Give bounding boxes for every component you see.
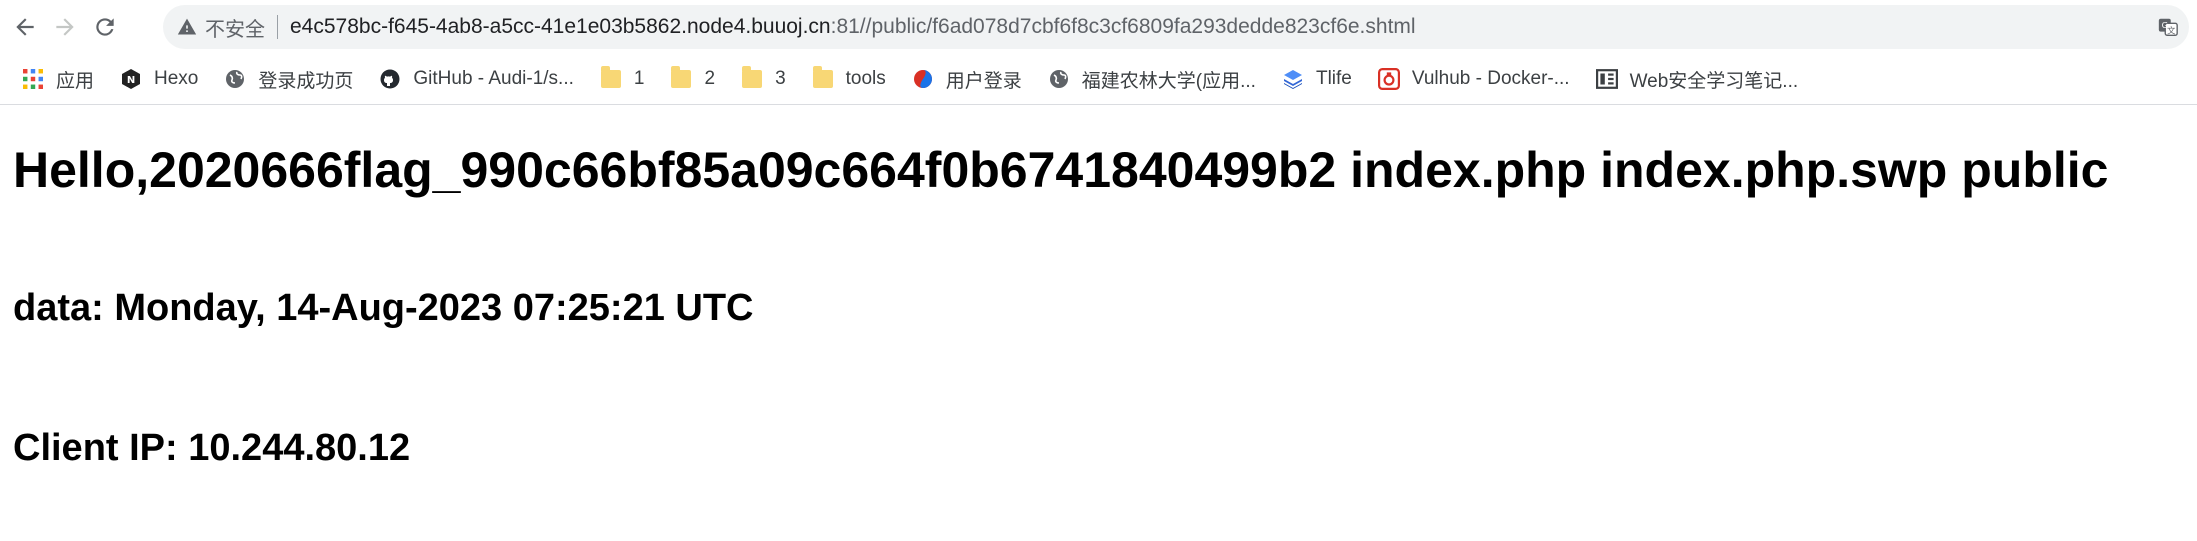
bookmark-label: 1 [633, 68, 645, 89]
bookmark-folder-1[interactable]: 1 [600, 66, 645, 90]
bookmark-login-success[interactable]: 登录成功页 [224, 66, 353, 93]
bookmark-tlife[interactable]: Tlife [1282, 68, 1352, 90]
bookmark-label: Web安全学习笔记... [1629, 70, 1799, 92]
date-line: data: Monday, 14-Aug-2023 07:25:21 UTC [13, 287, 754, 329]
bookmark-label: 2 [704, 68, 716, 89]
bookmark-label: 应用 [56, 70, 95, 92]
back-button[interactable] [10, 12, 40, 42]
book-icon [1595, 68, 1618, 90]
bookmark-github[interactable]: GitHub - Audi-1/s... [379, 68, 574, 90]
globe-icon [1048, 68, 1070, 90]
apps-grid-icon [22, 68, 44, 90]
github-icon [379, 68, 401, 90]
address-separator [277, 15, 278, 39]
translate-icon[interactable]: 文G [2157, 16, 2179, 38]
svg-text:N: N [127, 75, 135, 86]
bookmark-folder-2[interactable]: 2 [670, 66, 716, 90]
bookmark-web-security-notes[interactable]: Web安全学习笔记... [1595, 66, 1799, 93]
bookmark-label: GitHub - Audi-1/s... [413, 68, 574, 89]
bookmark-hexo[interactable]: N Hexo [120, 68, 198, 90]
forward-button[interactable] [50, 12, 80, 42]
security-status[interactable]: 不安全 [205, 13, 265, 42]
bookmark-user-login[interactable]: 用户登录 [912, 66, 1022, 93]
bookmark-apps[interactable]: 应用 [22, 66, 94, 93]
bookmark-folder-3[interactable]: 3 [741, 66, 786, 90]
bookmark-vulhub[interactable]: Vulhub - Docker-... [1377, 68, 1570, 90]
bookmark-label: Hexo [154, 68, 199, 89]
page-heading: Hello,2020666flag_990c66bf85a09c664f0b67… [13, 142, 2109, 198]
page-content: Hello,2020666flag_990c66bf85a09c664f0b67… [0, 105, 2197, 470]
folder-icon [741, 66, 763, 90]
url-path: :81//public/f6ad078d7cbf6f8c3cf6809fa293… [830, 15, 1416, 38]
back-arrow-icon [16, 18, 34, 36]
reload-button[interactable] [90, 12, 120, 42]
client-ip-line: Client IP: 10.244.80.12 [13, 427, 411, 469]
svg-text:G: G [2162, 20, 2168, 30]
url-text[interactable]: e4c578bc-f645-4ab8-a5cc-41e1e03b5862.nod… [290, 15, 1416, 39]
reload-icon [96, 18, 114, 36]
folder-icon [812, 66, 834, 90]
folder-icon [670, 66, 692, 90]
vulhub-icon [1377, 68, 1400, 90]
bookmark-fafu[interactable]: 福建农林大学(应用... [1048, 66, 1256, 93]
bookmark-label: tools [845, 68, 886, 89]
warning-icon[interactable] [177, 17, 197, 37]
folder-icon [600, 66, 622, 90]
url-host: e4c578bc-f645-4ab8-a5cc-41e1e03b5862.nod… [290, 15, 831, 38]
bookmark-label: 3 [775, 68, 786, 89]
bookmark-folder-tools[interactable]: tools [812, 66, 886, 90]
globe-icon [224, 68, 246, 90]
bookmark-label: 福建农林大学(应用... [1081, 70, 1256, 92]
address-bar[interactable]: 不安全 e4c578bc-f645-4ab8-a5cc-41e1e03b5862… [163, 5, 2189, 49]
bookmark-label: Tlife [1315, 68, 1352, 89]
bookmark-label: Vulhub - Docker-... [1411, 68, 1570, 89]
hexo-icon: N [120, 68, 142, 90]
bookmarks-bar: 应用 N Hexo 登录成功页 GitHub - Audi-1/s... 1 2… [0, 54, 2197, 105]
forward-arrow-icon [56, 18, 74, 36]
layers-icon [1282, 68, 1304, 90]
bookmark-label: 登录成功页 [258, 70, 354, 92]
bookmark-label: 用户登录 [945, 70, 1022, 92]
browser-toolbar: 不安全 e4c578bc-f645-4ab8-a5cc-41e1e03b5862… [0, 0, 2197, 54]
pinwheel-icon [912, 68, 934, 90]
svg-text:文: 文 [2167, 25, 2175, 35]
